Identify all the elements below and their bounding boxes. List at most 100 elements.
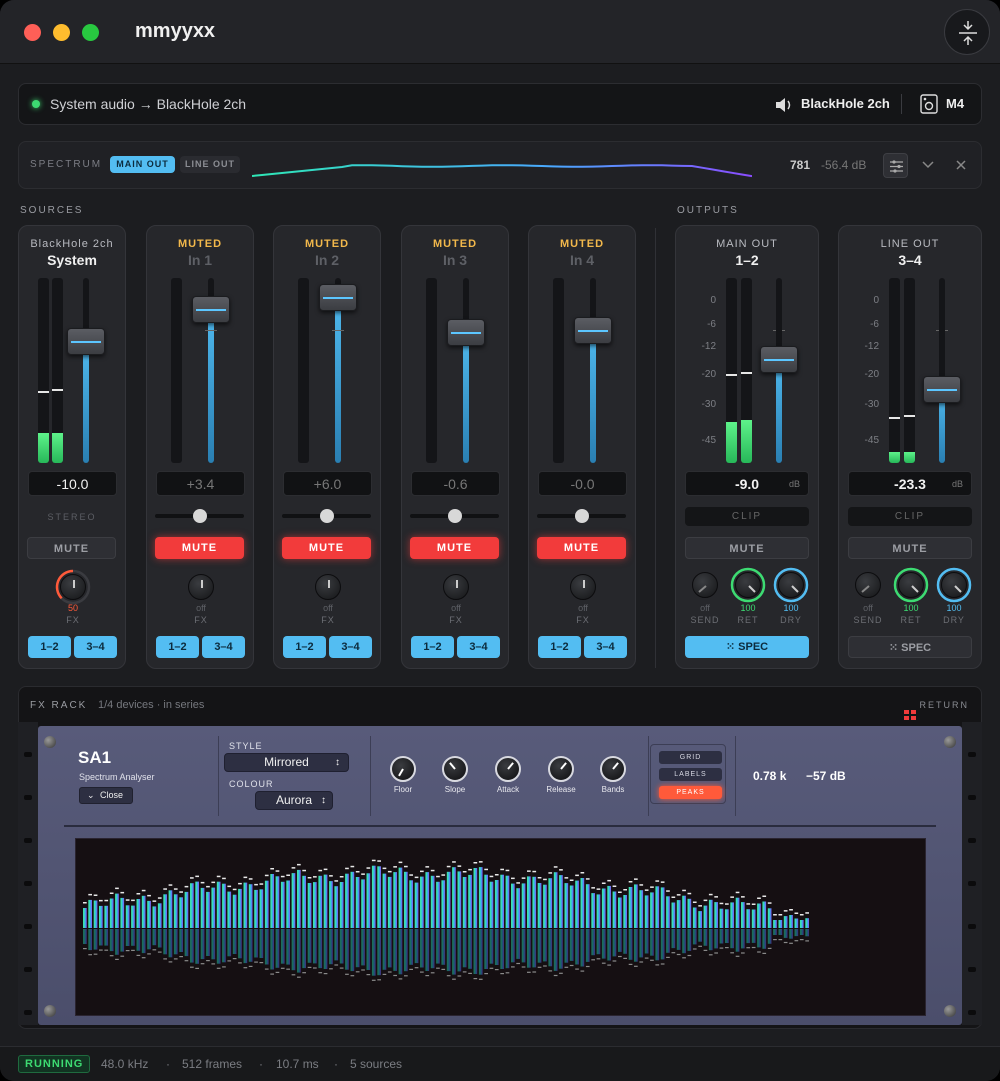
style-select[interactable]: Mirrored ↕ xyxy=(224,753,349,772)
pan-handle[interactable] xyxy=(320,509,334,523)
fx-send-knob[interactable] xyxy=(443,574,469,600)
collapse-button[interactable] xyxy=(944,9,990,55)
route-3-4-button[interactable]: 3–4 xyxy=(457,636,500,658)
fader-track[interactable] xyxy=(939,278,945,463)
peak-marker xyxy=(468,868,472,871)
peak-marker xyxy=(612,960,617,962)
peak-marker xyxy=(537,877,542,879)
spectrum-settings-button[interactable] xyxy=(883,153,908,178)
tab-main-out[interactable]: MAIN OUT xyxy=(110,156,175,173)
mute-button[interactable]: MUTE xyxy=(155,537,244,559)
attack-knob[interactable] xyxy=(495,756,521,782)
labels-toggle[interactable]: LABELS xyxy=(659,768,722,781)
device-close-button[interactable]: ⌄ Close xyxy=(79,787,133,804)
route-3-4-button[interactable]: 3–4 xyxy=(329,636,372,658)
route-1-2-button[interactable]: 1–2 xyxy=(411,636,454,658)
gain-readout[interactable]: -10.0 xyxy=(28,471,117,496)
spectrum-bar-reflection xyxy=(543,929,547,962)
pan-handle[interactable] xyxy=(448,509,462,523)
route-3-4-button[interactable]: 3–4 xyxy=(584,636,627,658)
grid-toggle[interactable]: GRID xyxy=(659,751,722,764)
peak-marker xyxy=(446,975,451,977)
route-1-2-button[interactable]: 1–2 xyxy=(283,636,326,658)
spec-button[interactable]: ⁙ SPEC xyxy=(685,636,809,658)
gain-readout[interactable]: -0.0 xyxy=(538,471,627,496)
mute-button[interactable]: MUTE xyxy=(848,537,972,559)
spectrum-bar-reflection xyxy=(173,929,178,955)
dry-knob[interactable] xyxy=(778,572,804,598)
gain-readout[interactable]: -23.3 dB xyxy=(848,471,972,496)
meter-scale-label: -45 xyxy=(864,435,879,446)
gain-readout[interactable]: +3.4 xyxy=(156,471,245,496)
fader-handle[interactable] xyxy=(447,318,485,346)
peak-marker xyxy=(644,889,649,891)
grid-icon[interactable] xyxy=(904,710,918,720)
peak-marker xyxy=(173,958,178,960)
send-knob[interactable] xyxy=(692,572,718,598)
peak-marker xyxy=(334,880,339,882)
route-1-2-button[interactable]: 1–2 xyxy=(538,636,581,658)
fader-track[interactable] xyxy=(83,278,89,463)
release-knob[interactable] xyxy=(548,756,574,782)
fx-send-knob[interactable] xyxy=(315,574,341,600)
spectrum-bar-reflection xyxy=(639,929,644,958)
sources-heading: SOURCES xyxy=(20,205,84,216)
peak-marker xyxy=(366,974,371,976)
spectrum-bar-reflection xyxy=(270,929,274,970)
peak-marker xyxy=(334,964,339,966)
fx-send-knob[interactable] xyxy=(188,574,214,600)
gain-readout[interactable]: -0.6 xyxy=(411,471,500,496)
route-1-2-button[interactable]: 1–2 xyxy=(28,636,71,658)
zoom-window-button[interactable] xyxy=(82,24,99,41)
fader-track[interactable] xyxy=(463,278,469,463)
route-1-2-button[interactable]: 1–2 xyxy=(156,636,199,658)
bands-knob[interactable] xyxy=(600,756,626,782)
route-label: System audio → BlackHole 2ch xyxy=(50,96,247,112)
fader-handle[interactable] xyxy=(923,376,961,403)
tab-line-out[interactable]: LINE OUT xyxy=(180,156,240,173)
mute-button[interactable]: MUTE xyxy=(27,537,116,559)
route-3-4-button[interactable]: 3–4 xyxy=(202,636,245,658)
route-3-4-button[interactable]: 3–4 xyxy=(74,636,117,658)
pan-handle[interactable] xyxy=(575,509,589,523)
floor-knob[interactable] xyxy=(390,756,416,782)
mute-button[interactable]: MUTE xyxy=(410,537,499,559)
fader-handle[interactable] xyxy=(67,327,105,355)
close-window-button[interactable] xyxy=(24,24,41,41)
gain-readout[interactable]: +6.0 xyxy=(283,471,372,496)
return-knob[interactable] xyxy=(735,572,761,598)
spectrum-bar xyxy=(264,880,269,928)
minimize-window-button[interactable] xyxy=(53,24,70,41)
mute-button[interactable]: MUTE xyxy=(282,537,371,559)
clip-indicator[interactable]: CLIP xyxy=(685,507,809,526)
fx-send-knob[interactable] xyxy=(570,574,596,600)
fx-send-knob[interactable] xyxy=(60,574,86,600)
pan-handle[interactable] xyxy=(193,509,207,523)
colour-value: Aurora xyxy=(275,793,313,807)
mute-button[interactable]: MUTE xyxy=(537,537,626,559)
gain-readout[interactable]: -9.0 dB xyxy=(685,471,809,496)
mute-button[interactable]: MUTE xyxy=(685,537,809,559)
fader-handle[interactable] xyxy=(319,283,357,311)
output-device[interactable]: BlackHole 2ch xyxy=(801,96,890,111)
colour-select[interactable]: Aurora ↕ xyxy=(255,791,333,810)
send-knob[interactable] xyxy=(855,572,881,598)
spec-button[interactable]: ⁙ SPEC xyxy=(848,636,972,658)
peak-marker xyxy=(83,948,87,950)
clip-indicator[interactable]: CLIP xyxy=(848,507,972,526)
dry-knob[interactable] xyxy=(941,572,967,598)
chevron-down-icon[interactable] xyxy=(921,159,935,171)
peak-marker xyxy=(618,891,622,893)
fader-handle[interactable] xyxy=(574,316,612,344)
peaks-toggle[interactable]: PEAKS xyxy=(659,786,722,799)
slope-knob[interactable] xyxy=(442,756,468,782)
spectrum-bar xyxy=(222,883,226,928)
fx-send-value: off xyxy=(323,603,333,613)
interface-name[interactable]: M4 xyxy=(946,96,964,111)
peak-marker xyxy=(628,963,633,965)
close-icon[interactable] xyxy=(954,158,968,172)
fader-handle[interactable] xyxy=(192,296,230,324)
return-knob[interactable] xyxy=(898,572,924,598)
fader-track[interactable] xyxy=(590,278,596,463)
fader-handle[interactable] xyxy=(760,346,798,374)
